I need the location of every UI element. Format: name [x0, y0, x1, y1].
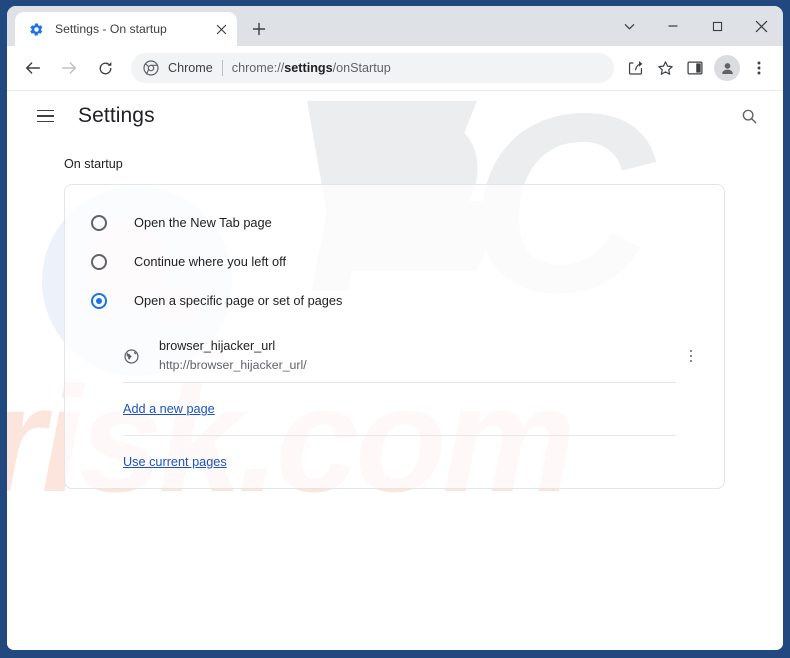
add-new-page-link[interactable]: Add a new page [123, 402, 215, 416]
side-panel-icon[interactable] [680, 53, 710, 83]
browser-toolbar: Chrome chrome://settings/onStartup [7, 46, 783, 91]
chrome-menu-icon[interactable] [744, 53, 774, 83]
radio-option-continue[interactable]: Continue where you left off [65, 242, 724, 281]
radio-option-new-tab[interactable]: Open the New Tab page [65, 203, 724, 242]
bookmark-star-icon[interactable] [650, 53, 680, 83]
tab-strip: Settings - On startup [7, 6, 783, 46]
profile-avatar[interactable] [714, 55, 740, 81]
omnibox-source-label: Chrome [168, 61, 213, 75]
radio-label: Open a specific page or set of pages [134, 293, 343, 308]
minimize-icon[interactable] [651, 10, 695, 43]
settings-page: PC risk.com Settings On startup [7, 91, 783, 648]
chrome-icon [143, 60, 159, 76]
section-title: On startup [64, 157, 123, 171]
startup-page-text: browser_hijacker_url http://browser_hija… [159, 338, 678, 374]
radio-option-specific-page[interactable]: Open a specific page or set of pages [65, 281, 724, 320]
close-icon[interactable] [211, 19, 231, 39]
omnibox-url: chrome://settings/onStartup [232, 61, 391, 75]
maximize-icon[interactable] [695, 10, 739, 43]
radio-indicator[interactable] [91, 214, 107, 231]
window-controls [607, 6, 783, 46]
globe-icon [123, 348, 140, 365]
browser-window-inner: Settings - On startup Chrome chrome://se… [7, 6, 783, 650]
back-icon[interactable] [17, 52, 49, 84]
new-tab-icon[interactable] [245, 15, 273, 43]
use-current-pages-row[interactable]: Use current pages [65, 436, 724, 488]
reload-icon[interactable] [89, 52, 121, 84]
radio-label: Continue where you left off [134, 254, 287, 269]
browser-tab[interactable]: Settings - On startup [15, 12, 237, 46]
startup-page-name: browser_hijacker_url [159, 339, 276, 353]
omnibox-separator [221, 60, 223, 76]
gear-icon [28, 21, 44, 37]
address-bar[interactable]: Chrome chrome://settings/onStartup [131, 53, 614, 83]
close-window-icon[interactable] [739, 10, 783, 43]
use-current-pages-link[interactable]: Use current pages [123, 455, 227, 469]
browser-window: Settings - On startup Chrome chrome://se… [0, 0, 790, 658]
forward-icon[interactable] [53, 52, 85, 84]
url-prefix: chrome:// [231, 61, 285, 75]
share-icon[interactable] [620, 53, 650, 83]
search-icon[interactable] [732, 99, 766, 133]
add-new-page-row[interactable]: Add a new page [65, 383, 724, 435]
radio-label: Open the New Tab page [134, 215, 272, 230]
page-title: Settings [78, 104, 155, 127]
tab-search-icon[interactable] [607, 10, 651, 43]
radio-indicator-selected[interactable] [91, 292, 107, 309]
startup-page-url: http://browser_hijacker_url/ [159, 358, 307, 372]
page-options-icon[interactable] [678, 343, 704, 369]
radio-indicator[interactable] [91, 253, 107, 270]
startup-page-row[interactable]: browser_hijacker_url http://browser_hija… [65, 330, 724, 382]
url-bold-segment: settings [284, 61, 333, 75]
url-suffix: /onStartup [332, 61, 391, 75]
on-startup-card: Open the New Tab page Continue where you… [64, 184, 725, 489]
hamburger-menu-icon[interactable] [29, 100, 61, 132]
tab-title: Settings - On startup [55, 22, 167, 36]
settings-header: Settings [7, 91, 783, 141]
